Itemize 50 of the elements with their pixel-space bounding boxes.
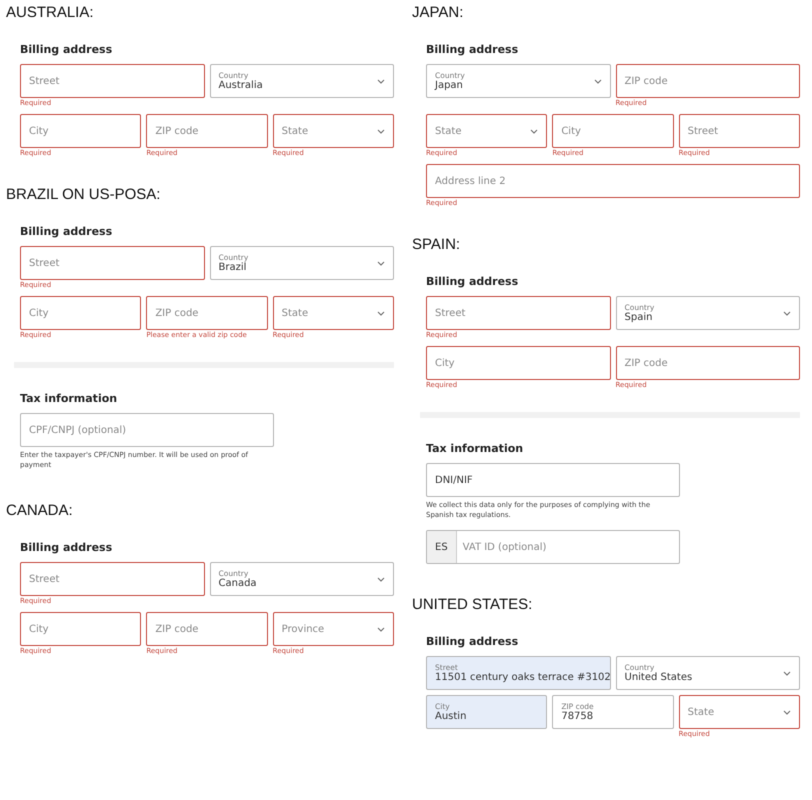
section-heading: JAPAN: xyxy=(412,4,464,21)
form-title: Billing address xyxy=(426,43,518,56)
form-title: Tax information xyxy=(20,392,118,405)
input-field[interactable]: City xyxy=(20,612,142,646)
form-title: Tax information xyxy=(426,442,524,455)
input-field[interactable]: DNI/NIF xyxy=(426,463,680,497)
input-field[interactable]: Street xyxy=(20,64,204,98)
form-title: Billing address xyxy=(20,541,112,554)
dropdown-field[interactable]: Province xyxy=(272,612,394,646)
form-title: Billing address xyxy=(20,225,112,238)
chevron-down-icon xyxy=(783,310,791,316)
chevron-down-icon xyxy=(377,260,385,266)
section-heading: AUSTRALIA: xyxy=(6,4,94,21)
input-field[interactable]: Street xyxy=(20,562,204,596)
input-field[interactable]: ZIP code xyxy=(616,346,800,380)
dropdown-field[interactable]: State xyxy=(272,296,394,330)
input-field[interactable]: Street xyxy=(426,296,610,330)
section-heading: SPAIN: xyxy=(412,236,460,253)
input-field[interactable]: ZIP code xyxy=(146,296,268,330)
input-field[interactable]: Street xyxy=(678,114,800,148)
form-title: Billing address xyxy=(426,635,518,648)
chevron-down-icon xyxy=(376,310,385,316)
input-field[interactable]: City xyxy=(552,114,674,148)
form-title: Billing address xyxy=(20,43,112,56)
chevron-down-icon xyxy=(594,78,602,84)
chevron-down-icon xyxy=(782,710,791,714)
input-field[interactable]: CPF/CNPJ (optional) xyxy=(20,413,274,447)
section-heading: BRAZIL ON US-POSA: xyxy=(6,186,160,203)
chevron-down-icon xyxy=(377,576,385,582)
form-title: Billing address xyxy=(426,275,518,288)
input-field[interactable]: Address line 2 xyxy=(426,164,800,198)
chevron-down-icon xyxy=(376,626,385,632)
dropdown-field[interactable]: State xyxy=(272,114,394,148)
input-field[interactable]: ZIP code xyxy=(146,114,268,148)
section-heading: UNITED STATES: xyxy=(412,596,532,613)
chevron-down-icon xyxy=(376,128,385,134)
chevron-down-icon xyxy=(377,78,385,84)
chevron-down-icon xyxy=(783,670,791,676)
prefix-label: ES xyxy=(427,531,457,563)
input-field[interactable]: ES VAT ID (optional) xyxy=(426,530,680,564)
input-field[interactable]: City xyxy=(20,296,142,330)
input-field[interactable]: ZIP code xyxy=(146,612,268,646)
dropdown-field[interactable]: State xyxy=(678,695,800,729)
chevron-down-icon xyxy=(530,128,538,134)
input-field[interactable]: Street xyxy=(20,246,204,280)
input-field[interactable]: ZIP code xyxy=(616,64,800,98)
dropdown-field[interactable]: State xyxy=(426,114,548,148)
input-field[interactable]: City xyxy=(20,114,142,148)
section-heading: CANADA: xyxy=(6,502,73,519)
input-field[interactable]: City xyxy=(426,346,610,380)
